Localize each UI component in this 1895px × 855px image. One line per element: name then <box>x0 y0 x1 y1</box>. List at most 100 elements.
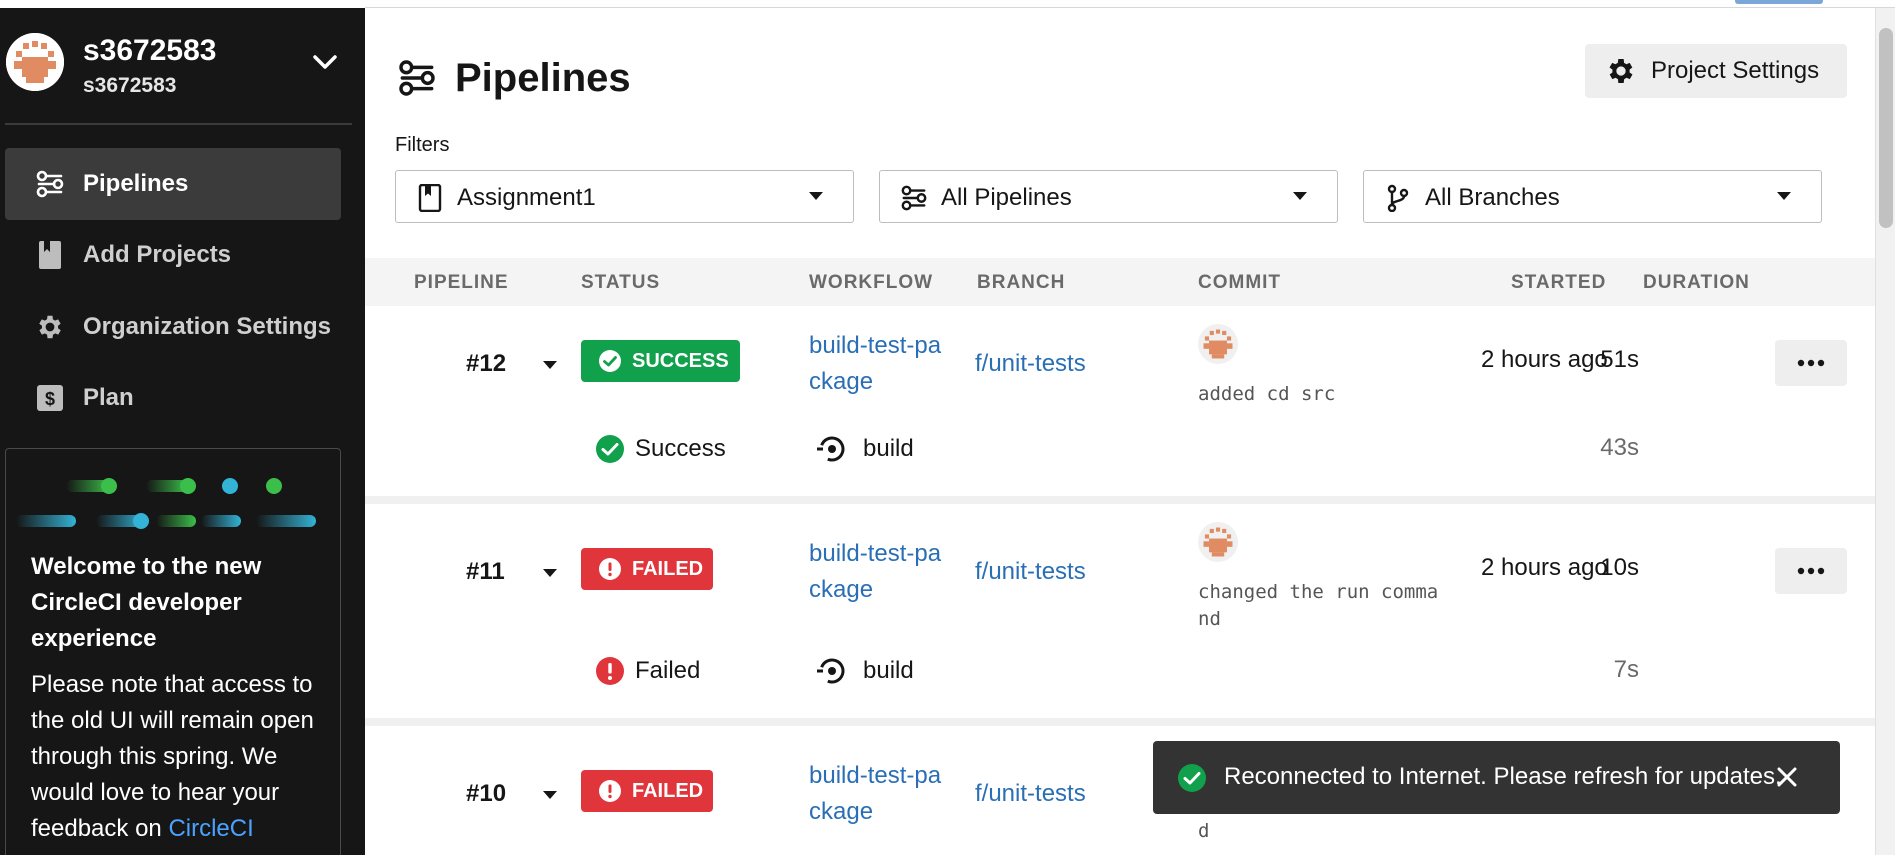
sidebar-item-add-projects[interactable]: Add Projects <box>5 219 341 291</box>
alert-circle-icon <box>599 558 621 580</box>
job-icon <box>817 658 845 684</box>
sidebar: s3672583 s3672583 Pipelines Add Projects… <box>0 8 365 855</box>
sidebar-item-label: Organization Settings <box>83 313 332 340</box>
job-status-label: Failed <box>635 657 701 684</box>
caret-down-icon <box>809 192 823 200</box>
column-header-branch: BRANCH <box>977 272 1066 293</box>
scrollbar[interactable] <box>1875 8 1895 855</box>
commit-message[interactable]: changed the run command <box>1198 579 1443 633</box>
duration: 10s <box>1600 554 1639 581</box>
org-subname: s3672583 <box>83 74 177 97</box>
sidebar-item-organization-settings[interactable]: Organization Settings <box>5 291 341 363</box>
job-duration: 7s <box>1613 656 1639 683</box>
expand-caret-icon[interactable] <box>543 569 557 577</box>
branch-filter-select[interactable]: All Branches <box>1363 170 1822 223</box>
column-header-workflow: WORKFLOW <box>809 272 934 293</box>
sidebar-divider <box>5 123 352 125</box>
commit-avatar <box>1198 522 1238 562</box>
commit-avatar <box>1198 324 1238 364</box>
chevron-down-icon[interactable] <box>311 52 339 72</box>
expand-caret-icon[interactable] <box>543 791 557 799</box>
filters-label: Filters <box>395 134 450 156</box>
column-header-status: STATUS <box>581 272 661 293</box>
job-status: Failed <box>595 656 700 686</box>
pipelines-table-header: PIPELINE STATUS WORKFLOW BRANCH COMMIT S… <box>365 258 1875 306</box>
job-name: build <box>863 435 914 462</box>
welcome-feedback-link[interactable]: CircleCI <box>168 815 253 842</box>
branch-icon <box>1387 184 1409 212</box>
workflow-link[interactable]: build-test-pa ckage <box>809 536 941 608</box>
branch-filter-value: All Branches <box>1425 184 1560 211</box>
decorative-dots <box>16 478 316 529</box>
welcome-card: Welcome to the new CircleCI developer ex… <box>5 448 341 855</box>
workflow-link-line: build-test-pa <box>809 762 942 789</box>
check-circle-icon <box>599 350 621 372</box>
ellipsis-icon <box>1797 567 1825 575</box>
svg-text:$: $ <box>45 389 55 409</box>
toast-notification: Reconnected to Internet. Please refresh … <box>1153 741 1840 814</box>
bookmark-icon <box>33 238 67 272</box>
status-badge-label: FAILED <box>632 779 704 802</box>
workflow-link-line: build-test-pa <box>809 332 942 359</box>
close-icon[interactable] <box>1773 763 1801 791</box>
toast-message: Reconnected to Internet. Please refresh … <box>1224 763 1782 790</box>
status-badge-label: SUCCESS <box>632 349 729 372</box>
job-link[interactable]: build <box>817 434 914 464</box>
more-actions-button[interactable] <box>1775 340 1847 386</box>
table-row: #12 SUCCESS build-test-pa ckage f/unit-te… <box>365 306 1875 496</box>
caret-down-icon <box>1293 192 1307 200</box>
alert-circle-icon <box>599 780 621 802</box>
workflow-link[interactable]: build-test-pa ckage <box>809 328 941 400</box>
row-divider <box>365 718 1875 726</box>
column-header-commit: COMMIT <box>1198 272 1282 293</box>
gear-icon <box>1609 59 1633 83</box>
more-actions-button[interactable] <box>1775 548 1847 594</box>
pipeline-number[interactable]: #11 <box>466 558 505 586</box>
workflow-link[interactable]: build-test-pa ckage <box>809 758 941 830</box>
check-circle-icon <box>596 435 624 463</box>
job-status-label: Success <box>635 435 726 462</box>
sidebar-item-plan[interactable]: $ Plan <box>5 362 341 434</box>
project-settings-button[interactable]: Project Settings <box>1585 44 1847 98</box>
gear-icon <box>33 310 67 344</box>
workflow-link-line: build-test-pa <box>809 540 942 567</box>
sidebar-item-label: Pipelines <box>83 170 189 197</box>
pipeline-number[interactable]: #10 <box>466 780 506 808</box>
branch-link[interactable]: f/unit-tests <box>975 776 1086 812</box>
pipeline-filter-value: All Pipelines <box>941 184 1072 211</box>
workflow-link-line: ckage <box>809 368 874 395</box>
commit-message[interactable]: added cd src <box>1198 381 1443 408</box>
sidebar-item-label: Plan <box>83 384 134 411</box>
pipelines-icon <box>399 60 435 96</box>
alert-circle-icon <box>596 657 624 685</box>
workflow-link-line: ckage <box>809 576 874 603</box>
table-row: #11 FAILED build-test-pa ckage f/unit-tes… <box>365 504 1875 718</box>
job-duration: 43s <box>1600 434 1639 461</box>
column-header-started: STARTED <box>1511 272 1607 293</box>
project-filter-value: Assignment1 <box>457 184 596 211</box>
page-title: Pipelines <box>455 55 631 100</box>
pipelines-icon <box>33 167 67 201</box>
branch-link[interactable]: f/unit-tests <box>975 554 1086 590</box>
job-link[interactable]: build <box>817 656 914 686</box>
welcome-title: Welcome to the new CircleCI developer ex… <box>31 553 262 652</box>
sidebar-item-pipelines[interactable]: Pipelines <box>5 148 341 220</box>
status-badge[interactable]: SUCCESS <box>581 340 740 382</box>
org-switcher[interactable]: s3672583 s3672583 <box>0 8 365 123</box>
scrollbar-thumb[interactable] <box>1879 28 1893 228</box>
pipeline-filter-select[interactable]: All Pipelines <box>879 170 1338 223</box>
column-header-duration: DURATION <box>1643 272 1750 293</box>
column-header-pipeline: PIPELINE <box>414 272 509 293</box>
branch-link[interactable]: f/unit-tests <box>975 346 1086 382</box>
pipeline-number[interactable]: #12 <box>466 350 506 378</box>
ellipsis-icon <box>1797 359 1825 367</box>
org-avatar <box>6 33 64 91</box>
top-border <box>365 0 1895 8</box>
expand-caret-icon[interactable] <box>543 361 557 369</box>
commit-message[interactable]: d <box>1198 818 1443 845</box>
dollar-icon: $ <box>33 381 67 415</box>
project-filter-select[interactable]: Assignment1 <box>395 170 854 223</box>
status-badge[interactable]: FAILED <box>581 548 713 590</box>
status-badge[interactable]: FAILED <box>581 770 713 812</box>
bookmark-icon <box>418 184 442 212</box>
